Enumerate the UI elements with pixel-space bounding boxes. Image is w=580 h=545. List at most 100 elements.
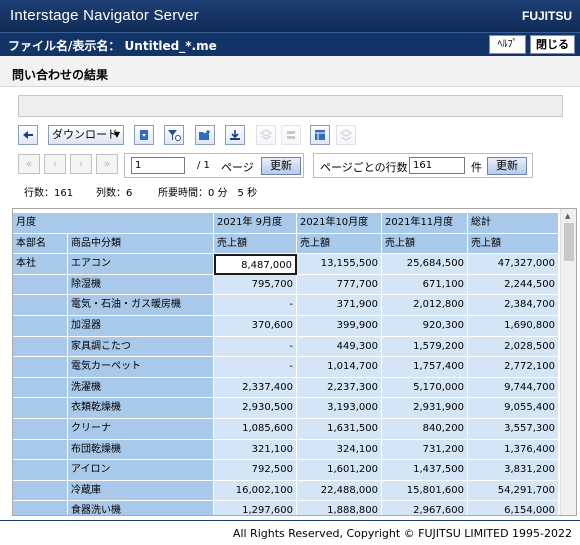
- next-page-button[interactable]: ›: [70, 154, 92, 174]
- value-cell[interactable]: -: [214, 295, 297, 316]
- category-cell[interactable]: 電気カーペット: [68, 357, 214, 378]
- value-cell[interactable]: 6,154,000: [468, 501, 559, 515]
- category-column-header[interactable]: 商品中分類: [68, 233, 214, 255]
- category-cell[interactable]: 衣類乾燥機: [68, 398, 214, 419]
- value-cell[interactable]: 47,327,000: [468, 254, 559, 275]
- value-cell[interactable]: 3,557,300: [468, 419, 559, 440]
- value-cell[interactable]: 2,931,900: [382, 398, 468, 419]
- measure-column-header[interactable]: 売上額: [214, 233, 297, 255]
- value-cell[interactable]: 1,888,800: [297, 501, 382, 515]
- category-cell[interactable]: 加湿器: [68, 316, 214, 337]
- month-column-header[interactable]: 2021年 9月度: [214, 213, 297, 234]
- value-cell[interactable]: 449,300: [297, 336, 382, 358]
- value-cell[interactable]: 1,297,600: [214, 501, 297, 515]
- value-cell[interactable]: 1,376,400: [468, 439, 559, 461]
- dept-cell[interactable]: [13, 419, 68, 440]
- help-button[interactable]: ﾍﾙﾌﾟ: [489, 35, 526, 54]
- value-cell[interactable]: 324,100: [297, 439, 382, 461]
- rows-per-page-input[interactable]: 161: [409, 157, 465, 174]
- category-cell[interactable]: クリーナ: [68, 419, 214, 440]
- value-cell[interactable]: 2,237,300: [297, 377, 382, 399]
- value-cell[interactable]: 1,631,500: [297, 419, 382, 440]
- measure-column-header[interactable]: 売上額: [382, 233, 468, 255]
- value-cell[interactable]: 321,100: [214, 439, 297, 461]
- value-cell[interactable]: -: [214, 357, 297, 378]
- value-cell[interactable]: 5,170,000: [382, 377, 468, 399]
- value-cell[interactable]: 1,437,500: [382, 460, 468, 481]
- value-cell[interactable]: 920,300: [382, 316, 468, 337]
- value-cell[interactable]: 3,193,000: [297, 398, 382, 419]
- table-settings-button[interactable]: [310, 125, 330, 145]
- value-cell[interactable]: -: [214, 336, 297, 358]
- dept-cell[interactable]: [13, 274, 68, 296]
- dept-cell[interactable]: [13, 295, 68, 316]
- add-folder-button[interactable]: [195, 125, 215, 145]
- month-column-header[interactable]: 総計: [468, 213, 559, 234]
- value-cell[interactable]: 671,100: [382, 274, 468, 296]
- page-update-button[interactable]: 更新: [261, 157, 301, 175]
- value-cell[interactable]: 2,384,700: [468, 295, 559, 316]
- save-download-button[interactable]: [225, 125, 245, 145]
- month-column-header[interactable]: 2021年10月度: [297, 213, 382, 234]
- chart-button[interactable]: [336, 125, 356, 145]
- dept-cell[interactable]: [13, 377, 68, 399]
- value-cell[interactable]: 2,244,500: [468, 274, 559, 296]
- category-cell[interactable]: エアコン: [68, 254, 214, 275]
- dept-cell[interactable]: [13, 439, 68, 461]
- value-cell[interactable]: 2,967,600: [382, 501, 468, 515]
- value-cell[interactable]: 370,600: [214, 316, 297, 337]
- category-cell[interactable]: 除湿機: [68, 274, 214, 296]
- value-cell[interactable]: 792,500: [214, 460, 297, 481]
- value-cell[interactable]: 25,684,500: [382, 254, 468, 275]
- value-cell[interactable]: 9,055,400: [468, 398, 559, 419]
- category-cell[interactable]: 電気・石油・ガス暖房機: [68, 295, 214, 316]
- value-cell[interactable]: 2,772,100: [468, 357, 559, 378]
- value-cell[interactable]: 2,337,400: [214, 377, 297, 399]
- value-cell[interactable]: 54,291,700: [468, 480, 559, 502]
- dept-cell[interactable]: [13, 357, 68, 378]
- value-cell[interactable]: 3,831,200: [468, 460, 559, 481]
- dept-cell[interactable]: [13, 316, 68, 337]
- dept-cell[interactable]: [13, 501, 68, 515]
- stack-button[interactable]: [281, 125, 301, 145]
- value-cell[interactable]: 13,155,500: [297, 254, 382, 275]
- prev-page-button[interactable]: ‹: [44, 154, 66, 174]
- export-button[interactable]: [134, 125, 154, 145]
- dept-cell[interactable]: [13, 460, 68, 481]
- measure-column-header[interactable]: 売上額: [468, 233, 559, 255]
- dept-cell[interactable]: [13, 480, 68, 502]
- value-cell[interactable]: 2,930,500: [214, 398, 297, 419]
- category-cell[interactable]: 食器洗い機: [68, 501, 214, 515]
- value-cell[interactable]: 15,801,600: [382, 480, 468, 502]
- value-cell[interactable]: 1,757,400: [382, 357, 468, 378]
- value-cell[interactable]: 1,690,800: [468, 316, 559, 337]
- value-cell[interactable]: 16,002,100: [214, 480, 297, 502]
- month-column-header[interactable]: 2021年11月度: [382, 213, 468, 234]
- scrollbar-thumb[interactable]: [564, 223, 574, 261]
- page-number-input[interactable]: 1: [131, 157, 185, 174]
- vertical-scrollbar[interactable]: ▲: [560, 209, 576, 515]
- category-cell[interactable]: アイロン: [68, 460, 214, 481]
- value-cell[interactable]: 22,488,000: [297, 480, 382, 502]
- value-cell[interactable]: 840,200: [382, 419, 468, 440]
- category-cell[interactable]: 洗濯機: [68, 377, 214, 399]
- value-cell[interactable]: 731,200: [382, 439, 468, 461]
- measure-column-header[interactable]: 売上額: [297, 233, 382, 255]
- category-cell[interactable]: 家具調こたつ: [68, 336, 214, 358]
- dept-cell[interactable]: 本社: [13, 254, 68, 275]
- filter-button[interactable]: [164, 125, 184, 145]
- rows-update-button[interactable]: 更新: [487, 157, 527, 175]
- close-button[interactable]: 閉じる: [530, 35, 575, 54]
- value-cell[interactable]: 1,014,700: [297, 357, 382, 378]
- value-cell[interactable]: 399,900: [297, 316, 382, 337]
- dept-cell[interactable]: [13, 336, 68, 358]
- category-cell[interactable]: 布団乾燥機: [68, 439, 214, 461]
- value-cell[interactable]: 795,700: [214, 274, 297, 296]
- back-button[interactable]: [18, 125, 38, 145]
- dept-cell[interactable]: [13, 398, 68, 419]
- value-cell[interactable]: 1,601,200: [297, 460, 382, 481]
- value-cell[interactable]: 9,744,700: [468, 377, 559, 399]
- download-dropdown[interactable]: ダウンロード ▼: [48, 125, 124, 145]
- value-cell[interactable]: 777,700: [297, 274, 382, 296]
- value-cell[interactable]: 371,900: [297, 295, 382, 316]
